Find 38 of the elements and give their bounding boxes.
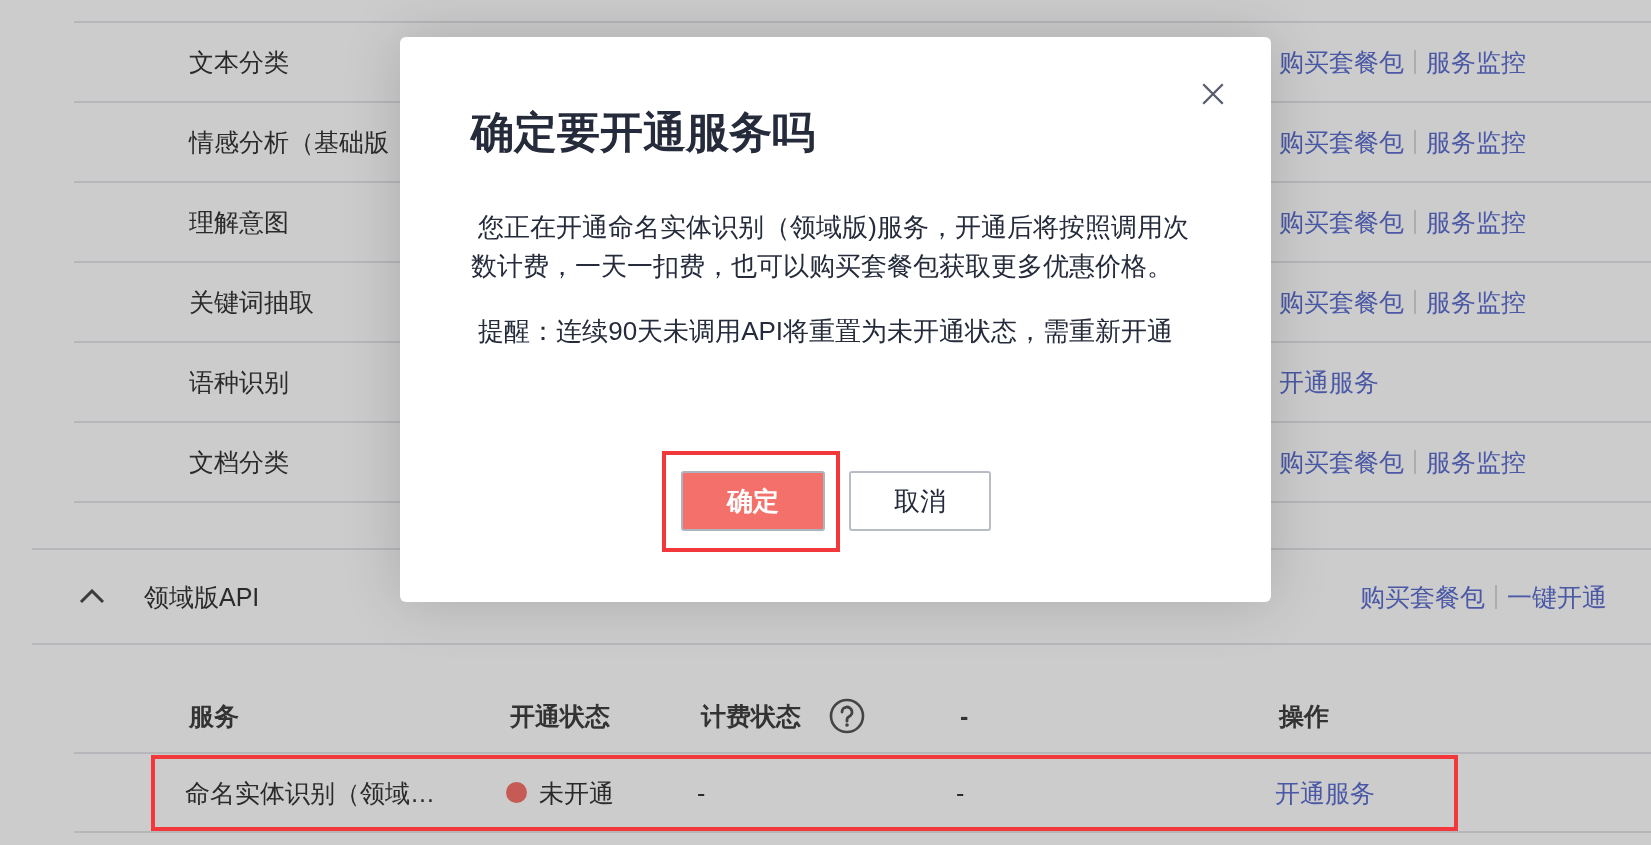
action-link[interactable]: 服务监控 [1426,447,1526,477]
column-header: 服务 [189,701,239,731]
dialog-message: 提醒：连续90天未调用API将重置为未开通状态，需重新开通 [477,315,1175,348]
action-link[interactable]: 购买套餐包 [1279,447,1404,477]
action-link[interactable]: 服务监控 [1426,287,1526,317]
service-name: 情感分析（基础版 [189,127,389,157]
dialog-message: 您正在开通命名实体识别（领域版)服务，开通后将按照调用次数计费，一天一扣费，也可以购买套餐包获取更多优惠价格。 [471,211,1190,283]
column-header: 操作 [1279,701,1329,731]
column-header: 计费状态 [701,701,801,731]
service-name: 关键词抽取 [189,287,314,317]
dialog-title: 确定要开通服务吗 [471,107,815,158]
service-name: 理解意图 [189,207,289,237]
action-link[interactable]: 购买套餐包 [1279,127,1404,157]
service-name: 命名实体识别（领域… [185,777,435,808]
section-title: 领域版API [144,581,260,612]
action-link[interactable]: 服务监控 [1426,127,1526,157]
help-icon[interactable] [829,698,865,734]
service-name: 语种识别 [189,367,289,397]
table-cell: - [956,777,965,808]
action-link[interactable]: 服务监控 [1426,207,1526,237]
service-name: 文档分类 [189,447,289,477]
chevron-up-icon[interactable] [79,589,105,604]
action-link[interactable]: 购买套餐包 [1279,47,1404,77]
action-link[interactable]: 一键开通 [1507,581,1607,612]
action-link[interactable]: 购买套餐包 [1360,581,1485,612]
cancel-button[interactable]: 取消 [848,471,991,531]
confirm-button[interactable]: 确定 [680,471,825,531]
column-header: - [960,701,969,731]
close-icon [1200,81,1226,107]
action-link[interactable]: 服务监控 [1426,47,1526,77]
column-header: 开通状态 [510,701,610,731]
status-text: 未开通 [539,777,614,808]
service-name: 文本分类 [189,47,289,77]
table-cell: - [697,777,706,808]
action-link[interactable]: 开通服务 [1279,367,1379,397]
action-link[interactable]: 购买套餐包 [1279,207,1404,237]
action-link[interactable]: 开通服务 [1275,777,1375,808]
action-link[interactable]: 购买套餐包 [1279,287,1404,317]
